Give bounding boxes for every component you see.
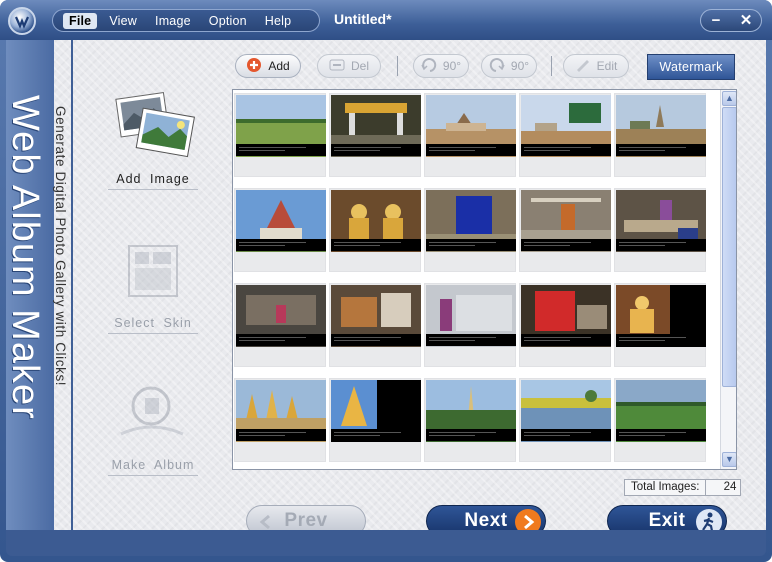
watermark-button[interactable]: Watermark <box>647 54 735 80</box>
thumbnail-item[interactable] <box>519 188 611 272</box>
thumbnail-caption <box>236 334 326 346</box>
thumbnail-item[interactable] <box>614 283 706 367</box>
thumbnail-caption <box>426 429 516 441</box>
thumbnail-caption <box>426 334 516 346</box>
thumbnail-item[interactable] <box>424 378 516 462</box>
thumbnail-caption <box>331 144 421 156</box>
document-title: Untitled* <box>334 11 392 27</box>
step-select-skin[interactable]: Select Skin <box>108 234 198 334</box>
total-images-value: 24 <box>723 481 737 493</box>
step-make-album[interactable]: Make Album <box>108 376 198 476</box>
thumbnail-caption <box>236 144 326 156</box>
toolbar: Add Del 90° 90° Edit Watermark <box>233 54 737 80</box>
thumbnail-item[interactable] <box>519 93 611 177</box>
thumbnail-caption <box>521 429 611 441</box>
thumbnail-item[interactable] <box>234 378 326 462</box>
thumbnail-caption <box>426 239 516 251</box>
scroll-down-button[interactable]: ▼ <box>722 452 736 467</box>
next-button-label: Next <box>464 510 508 531</box>
brand-tagline: Generate Digital Photo Gallery with Clic… <box>52 106 72 466</box>
thumbnail-item[interactable] <box>329 93 421 177</box>
thumbnail-caption <box>331 239 421 251</box>
menu-bar: File View Image Option Help <box>52 9 320 32</box>
minus-icon <box>329 58 345 75</box>
thumbnail-caption <box>331 429 421 441</box>
thumbnail-item[interactable] <box>329 283 421 367</box>
rotate-left-button[interactable]: 90° <box>413 54 469 78</box>
step-add-image[interactable]: Add Image <box>108 90 198 190</box>
rotate-right-button[interactable]: 90° <box>481 54 537 78</box>
total-images: Total Images: 24 <box>624 479 742 496</box>
thumbnail-item[interactable] <box>519 378 611 462</box>
thumbnail-item[interactable] <box>614 378 706 462</box>
thumbnail-item[interactable] <box>234 93 326 177</box>
thumbnail-item[interactable] <box>234 283 326 367</box>
plus-icon <box>246 57 262 76</box>
thumbnail-item[interactable] <box>614 93 706 177</box>
thumbnail-item[interactable] <box>519 283 611 367</box>
add-button[interactable]: Add <box>235 54 301 78</box>
thumbnail-item[interactable] <box>424 93 516 177</box>
scroll-up-button[interactable]: ▲ <box>722 91 736 106</box>
thumbnail-caption <box>236 239 326 251</box>
rotate-right-label: 90° <box>510 59 530 73</box>
image-gallery: ▲ ▼ <box>232 89 737 470</box>
thumbnail-caption <box>521 144 611 156</box>
thumbnail-caption <box>521 239 611 251</box>
thumbnail-grid <box>233 90 719 469</box>
edit-button[interactable]: Edit <box>563 54 629 78</box>
rotate-right-icon <box>489 57 505 75</box>
menu-image[interactable]: Image <box>146 12 200 30</box>
delete-button-label: Del <box>350 59 369 73</box>
toolbar-separator <box>397 56 398 76</box>
edit-button-label: Edit <box>596 59 618 73</box>
vertical-scrollbar[interactable]: ▲ ▼ <box>720 90 736 469</box>
menu-option[interactable]: Option <box>200 12 256 30</box>
select-skin-icon <box>111 234 195 310</box>
thumbnail-item[interactable] <box>329 378 421 462</box>
thumbnail-item[interactable] <box>424 283 516 367</box>
rotate-left-icon <box>421 57 437 75</box>
thumbnail-caption <box>426 144 516 156</box>
step-add-image-label: Add Image <box>108 172 198 190</box>
add-button-label: Add <box>268 59 290 73</box>
thumbnail-item[interactable] <box>614 188 706 272</box>
menu-view[interactable]: View <box>100 12 146 30</box>
thumbnail-caption <box>616 239 706 251</box>
thumbnail-caption <box>616 429 706 441</box>
brand-name: Web Album Maker <box>4 95 50 475</box>
thumbnail-item[interactable] <box>329 188 421 272</box>
toolbar-separator <box>551 56 552 76</box>
add-image-icon <box>111 90 195 166</box>
menu-file[interactable]: File <box>63 12 98 29</box>
step-make-album-label: Make Album <box>108 458 198 476</box>
close-button[interactable]: ✕ <box>735 12 757 30</box>
delete-button[interactable]: Del <box>317 54 381 78</box>
thumbnail-item[interactable] <box>424 188 516 272</box>
minimize-button[interactable]: − <box>705 12 727 30</box>
menu-help[interactable]: Help <box>256 12 301 30</box>
title-bar: File View Image Option Help Untitled* − … <box>0 0 772 40</box>
thumbnail-item[interactable] <box>234 188 326 272</box>
thumbnail-caption <box>521 334 611 346</box>
scrollbar-thumb[interactable] <box>722 107 736 387</box>
divider <box>71 40 73 530</box>
thumbnail-caption <box>236 429 326 441</box>
thumbnail-caption <box>616 334 706 346</box>
rotate-left-label: 90° <box>442 59 462 73</box>
brand-name-text: Web Album Maker <box>4 95 46 420</box>
prev-button-label: Prev <box>284 510 328 531</box>
brand-tagline-text: Generate Digital Photo Gallery with Clic… <box>53 106 68 387</box>
thumbnail-caption <box>331 334 421 346</box>
exit-button-label: Exit <box>648 510 686 531</box>
window-controls: − ✕ <box>700 9 762 32</box>
edit-icon <box>575 58 591 75</box>
bottom-bar <box>6 530 766 556</box>
thumbnail-caption <box>616 144 706 156</box>
step-select-skin-label: Select Skin <box>108 316 198 334</box>
total-images-label: Total Images: <box>625 480 707 495</box>
make-album-icon <box>111 376 195 452</box>
app-logo-icon[interactable] <box>8 7 36 35</box>
